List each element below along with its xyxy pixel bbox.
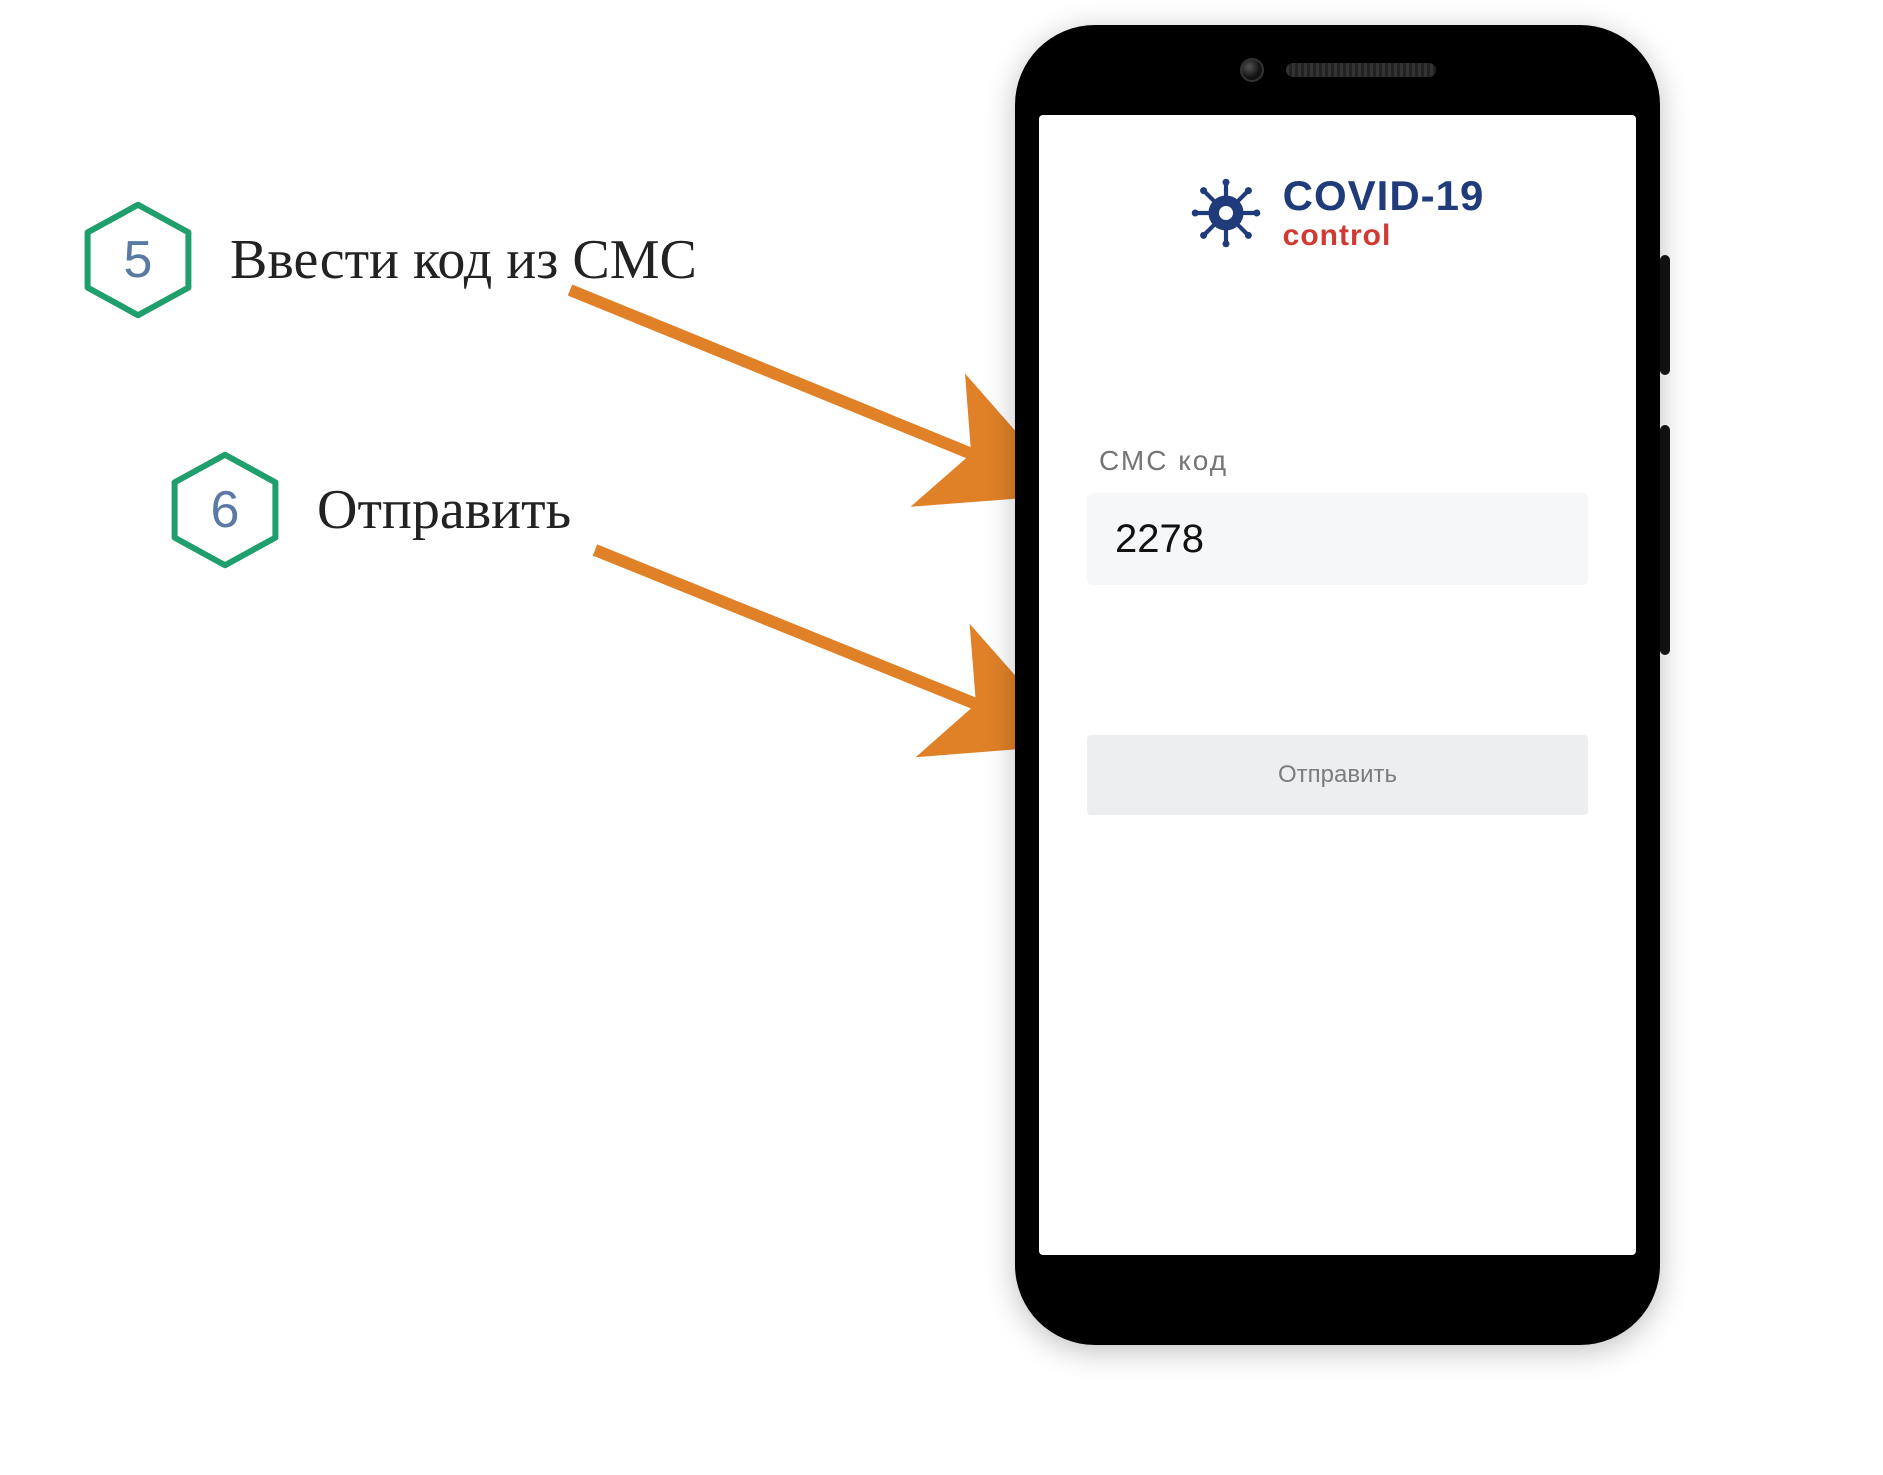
phone-screen: COVID-19 control СМС код Отправить <box>1039 115 1636 1255</box>
logo-title: COVID-19 <box>1283 175 1485 217</box>
phone-mockup: COVID-19 control СМС код Отправить <box>1015 25 1660 1345</box>
hexagon-badge: 5 <box>78 200 198 320</box>
virus-icon <box>1191 178 1261 248</box>
instruction-step-6: 6 Отправить <box>165 450 571 570</box>
step-text: Отправить <box>317 478 571 542</box>
phone-speaker-icon <box>1286 63 1436 77</box>
step-number: 6 <box>211 480 240 540</box>
step-text: Ввести код из СМС <box>230 228 697 292</box>
submit-button[interactable]: Отправить <box>1087 735 1588 815</box>
phone-bezel <box>1015 25 1660 115</box>
step-number: 5 <box>124 230 153 290</box>
sms-code-input[interactable] <box>1087 493 1588 585</box>
phone-camera-icon <box>1240 58 1264 82</box>
sms-code-label: СМС код <box>1099 445 1228 477</box>
hexagon-badge: 6 <box>165 450 285 570</box>
instruction-step-5: 5 Ввести код из СМС <box>78 200 697 320</box>
logo-subtitle: control <box>1283 221 1485 251</box>
app-logo: COVID-19 control <box>1039 175 1636 251</box>
